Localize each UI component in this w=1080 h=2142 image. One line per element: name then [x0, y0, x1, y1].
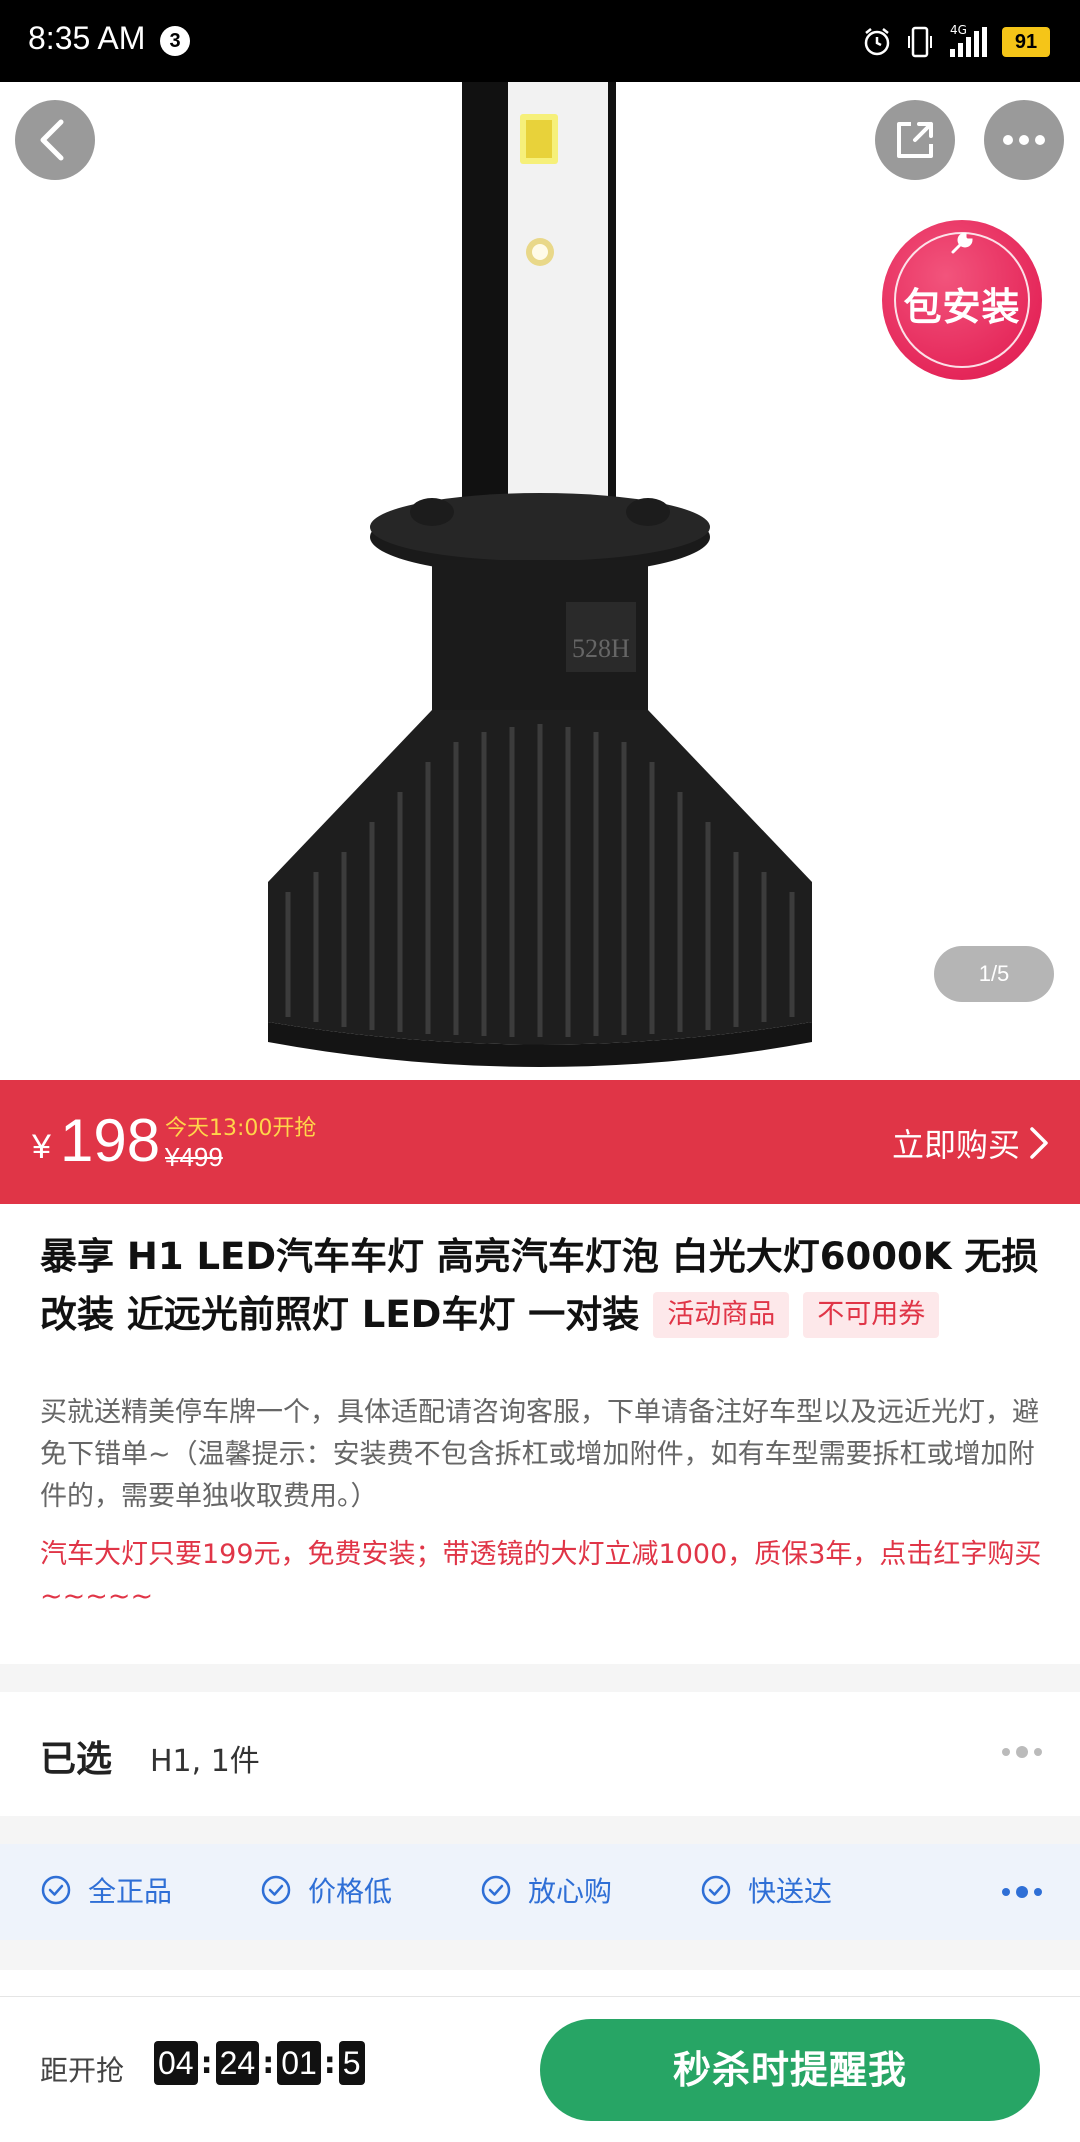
buy-now-link[interactable]: 立即购买 [892, 1120, 1050, 1166]
guarantee-low-price: 价格低 [260, 1870, 392, 1910]
install-badge-label: 包安装 [903, 285, 1021, 329]
guarantee-label: 放心购 [528, 1875, 613, 1908]
countdown-hours: 04 [154, 2041, 198, 2085]
no-coupon-tag: 不可用券 [803, 1292, 940, 1338]
guarantee-genuine: 全正品 [40, 1870, 172, 1910]
price-bar: ¥ 198 今天13:00开抢 ¥499 立即购买 [0, 1080, 1080, 1204]
vibrate-icon [908, 26, 932, 58]
check-circle-icon [481, 1875, 511, 1905]
product-title-area: 暴享 H1 LED汽车车灯 高亮汽车灯泡 白光大灯6000K 无损改装 近远光前… [40, 1228, 1050, 1344]
wrench-icon [951, 232, 973, 254]
countdown-seconds: 01 [277, 2041, 321, 2085]
countdown-timer: 04 : 24 : 01 : 5 [154, 2041, 365, 2085]
image-counter: 1/5 [934, 946, 1054, 1002]
alarm-icon [864, 28, 890, 56]
signal-icon [950, 27, 987, 57]
bottom-action-bar: 距开抢 04 : 24 : 01 : 5 秒杀时提醒我 [0, 1996, 1080, 2142]
buy-now-label: 立即购买 [891, 1126, 1020, 1164]
more-dots-icon [1002, 1886, 1042, 1898]
countdown-label: 距开抢 [40, 2054, 125, 2087]
install-included-badge: 包安装 [882, 220, 1042, 380]
original-price: ¥499 [165, 1142, 223, 1172]
more-dots-icon [1002, 1746, 1042, 1758]
guarantee-safe-buy: 放心购 [480, 1870, 612, 1910]
sale-price: 198 [60, 1107, 161, 1174]
service-guarantees-row[interactable]: 全正品 价格低 放心购 快送达 [0, 1844, 1080, 1940]
selected-spec-row[interactable]: 已选 H1, 1件 [0, 1692, 1080, 1816]
chevron-right-icon [1030, 1127, 1048, 1159]
check-circle-icon [701, 1875, 731, 1905]
section-divider [0, 1664, 1080, 1692]
share-button[interactable] [875, 100, 955, 180]
product-description: 买就送精美停车牌一个，具体适配请咨询客服，下单请备注好车型以及远近光灯，避免下错… [40, 1397, 1039, 1512]
product-gallery[interactable]: 528H 包安装 1/5 [0, 82, 1080, 1082]
check-circle-icon [261, 1875, 291, 1905]
chevron-left-icon [40, 119, 64, 161]
countdown-minutes: 24 [215, 2041, 260, 2085]
product-title: 暴享 H1 LED汽车车灯 高亮汽车灯泡 白光大灯6000K 无损改装 近远光前… [40, 1228, 1050, 1344]
notification-count-badge: 3 [160, 26, 190, 56]
countdown-tenths: 5 [338, 2041, 365, 2085]
check-circle-icon [41, 1875, 71, 1905]
selected-value: H1, 1件 [150, 1744, 260, 1779]
status-time: 8:35 AM [28, 20, 146, 56]
signal-indicator: 4G [948, 23, 988, 59]
guarantee-label: 快送达 [748, 1875, 833, 1908]
activity-tag: 活动商品 [653, 1292, 790, 1338]
guarantee-label: 全正品 [88, 1875, 173, 1908]
status-bar: 8:35 AM 3 4G 91 [0, 0, 1080, 82]
currency-symbol: ¥ [32, 1128, 51, 1166]
promo-link[interactable]: 汽车大灯只要199元，免费安装；带透镜的大灯立减1000，质保3年，点击红字购买… [40, 1534, 1050, 1618]
section-divider [0, 1940, 1080, 1970]
status-icons: 4G 91 [862, 22, 1050, 62]
guarantee-label: 价格低 [308, 1875, 393, 1908]
section-divider [0, 1816, 1080, 1844]
more-options-button[interactable] [984, 100, 1064, 180]
selected-label: 已选 [40, 1739, 113, 1780]
guarantee-fast-delivery: 快送达 [700, 1870, 832, 1910]
more-dots-icon [1003, 135, 1045, 145]
flash-sale-remind-button[interactable]: 秒杀时提醒我 [540, 2019, 1040, 2121]
sale-start-time: 今天13:00开抢 [165, 1116, 317, 1141]
back-button[interactable] [15, 100, 95, 180]
share-icon [897, 122, 933, 158]
battery-indicator: 91 [1002, 27, 1050, 57]
svg-text:528H: 528H [572, 634, 630, 663]
